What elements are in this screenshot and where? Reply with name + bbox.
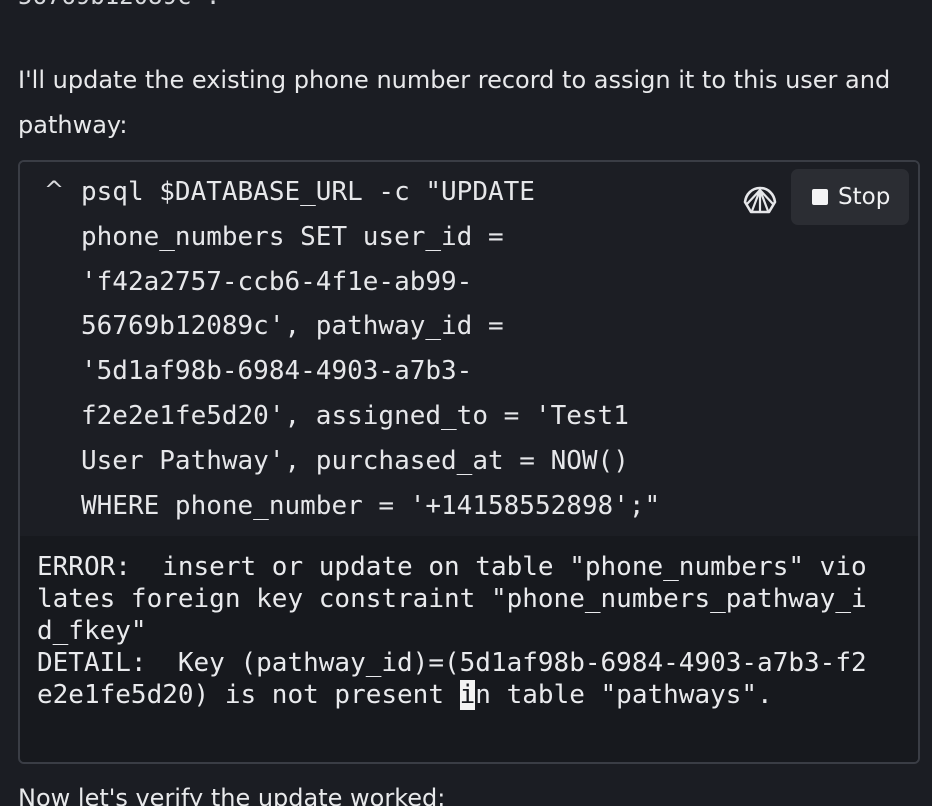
command-block: ^ psql $DATABASE_URL -c "UPDATE phone_nu…	[18, 160, 920, 764]
chat-transcript: 56769b12089c'. I'll update the existing …	[0, 0, 932, 806]
text-cursor: i	[459, 680, 476, 710]
command-output[interactable]: ERROR: insert or update on table "phone_…	[20, 536, 918, 762]
output-text-after-cursor: n table "pathways".	[475, 680, 773, 710]
command-output-text: ERROR: insert or update on table "phone_…	[37, 551, 867, 711]
stop-icon	[812, 189, 828, 205]
stop-button[interactable]: Stop	[791, 169, 909, 225]
command-text: psql $DATABASE_URL -c "UPDATE phone_numb…	[81, 177, 661, 521]
previous-message-fragment: 56769b12089c'.	[18, 0, 220, 10]
stop-button-label: Stop	[838, 184, 891, 210]
chevron-up-icon[interactable]: ^	[44, 176, 64, 204]
assistant-followup-message: Now let's verify the update worked:	[18, 784, 446, 806]
command-header[interactable]: ^ psql $DATABASE_URL -c "UPDATE phone_nu…	[20, 162, 918, 536]
assistant-message: I'll update the existing phone number re…	[18, 66, 891, 139]
shell-icon	[743, 186, 777, 214]
